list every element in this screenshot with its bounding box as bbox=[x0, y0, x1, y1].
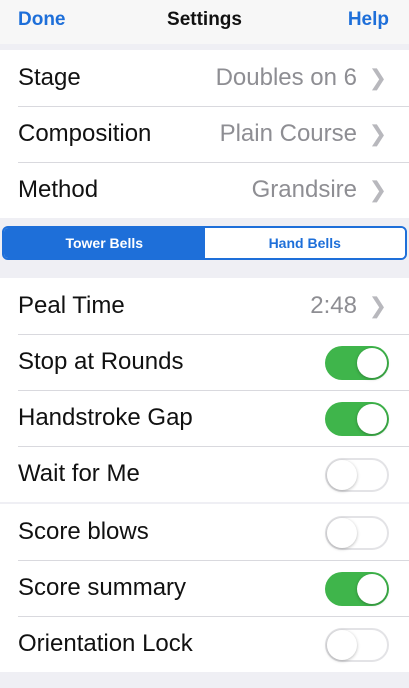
peal-time-label: Peal Time bbox=[18, 292, 125, 319]
stop-at-rounds-row: Stop at Rounds bbox=[0, 334, 409, 390]
stage-value: Doubles on 6 bbox=[215, 64, 357, 91]
method-label: Method bbox=[18, 176, 99, 203]
method-value: Grandsire bbox=[251, 176, 357, 203]
stage-row[interactable]: Stage Doubles on 6 ❯ bbox=[0, 50, 409, 106]
handstroke-gap-row: Handstroke Gap bbox=[0, 390, 409, 446]
chevron-right-icon: ❯ bbox=[368, 293, 387, 318]
toggle-knob bbox=[357, 404, 387, 434]
chevron-right-icon: ❯ bbox=[368, 177, 387, 202]
score-summary-toggle[interactable] bbox=[325, 572, 389, 606]
composition-label: Composition bbox=[18, 120, 152, 147]
orientation-lock-row: Orientation Lock bbox=[0, 616, 409, 672]
settings-screen: Done Settings Help Stage Doubles on 6 ❯ … bbox=[0, 0, 409, 688]
wait-for-me-row: Wait for Me bbox=[0, 446, 409, 502]
toggle-knob bbox=[357, 348, 387, 378]
peal-time-row[interactable]: Peal Time 2:48 ❯ bbox=[0, 278, 409, 334]
segment-tower-bells[interactable]: Tower Bells bbox=[4, 228, 205, 258]
toggle-knob bbox=[327, 630, 357, 660]
orientation-lock-label: Orientation Lock bbox=[18, 630, 193, 657]
ringing-settings-group: Stage Doubles on 6 ❯ Composition Plain C… bbox=[0, 50, 409, 218]
orientation-lock-toggle[interactable] bbox=[325, 628, 389, 662]
navigation-bar: Done Settings Help bbox=[0, 0, 409, 44]
wait-for-me-toggle[interactable] bbox=[325, 458, 389, 492]
handstroke-gap-toggle[interactable] bbox=[325, 402, 389, 436]
composition-row[interactable]: Composition Plain Course ❯ bbox=[0, 106, 409, 162]
score-summary-label: Score summary bbox=[18, 574, 187, 601]
peal-time-value: 2:48 bbox=[310, 292, 357, 319]
score-summary-row: Score summary bbox=[0, 560, 409, 616]
segment-hand-bells[interactable]: Hand Bells bbox=[204, 228, 405, 258]
help-button[interactable]: Help bbox=[348, 9, 389, 31]
stop-at-rounds-label: Stop at Rounds bbox=[18, 348, 184, 375]
toggle-knob bbox=[357, 574, 387, 604]
composition-value: Plain Course bbox=[219, 120, 357, 147]
chevron-right-icon: ❯ bbox=[368, 65, 387, 90]
stop-at-rounds-toggle[interactable] bbox=[325, 346, 389, 380]
stage-label: Stage bbox=[18, 64, 81, 91]
scoring-settings-group: Score blows Score summary Orientation Lo… bbox=[0, 504, 409, 672]
toggle-knob bbox=[327, 460, 357, 490]
method-row[interactable]: Method Grandsire ❯ bbox=[0, 162, 409, 218]
score-blows-label: Score blows bbox=[18, 518, 149, 545]
wait-for-me-label: Wait for Me bbox=[18, 460, 140, 487]
bell-type-segmented-control: Tower Bells Hand Bells bbox=[2, 226, 407, 260]
score-blows-toggle[interactable] bbox=[325, 516, 389, 550]
chevron-right-icon: ❯ bbox=[368, 121, 387, 146]
handstroke-gap-label: Handstroke Gap bbox=[18, 404, 193, 431]
score-blows-row: Score blows bbox=[0, 504, 409, 560]
timing-settings-group: Peal Time 2:48 ❯ Stop at Rounds Handstro… bbox=[0, 278, 409, 502]
toggle-knob bbox=[327, 518, 357, 548]
